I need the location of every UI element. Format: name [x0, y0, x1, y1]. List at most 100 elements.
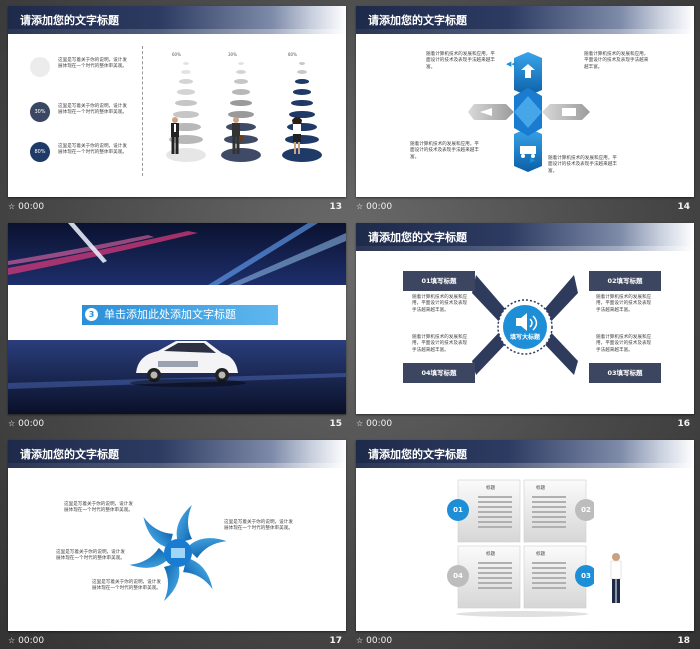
star-icon: ☆: [356, 419, 364, 428]
timing-label: ☆ 00:00: [356, 636, 393, 646]
percent-circle: [30, 57, 50, 77]
description-text: 随着计算机技术的发展和应用，平面设计的技术及表现手法越来越丰富。: [412, 335, 468, 353]
description-text: 这里是写着关于你的说明，设计发展体现在一个时代的整体审美观。: [64, 502, 133, 514]
title-banner[interactable]: 3 单击添加此处添加文字标题: [82, 305, 278, 325]
description-text: 随着计算机技术的发展和应用，平面设计的技术及表现手法越来越丰富。: [596, 335, 652, 353]
tag-01: 01填写标题: [403, 271, 475, 291]
slide-header: 请添加您的文字标题: [356, 440, 694, 468]
description-text: 随着计算机技术的发展和应用，平面设计的技术及表现手法越来越丰富。: [596, 295, 652, 313]
column-label: 60%: [172, 52, 181, 57]
slide-17: 请添加您的文字标题 这里是写着关于你的说明，设计发展体现在一个时代的整体审美观。…: [8, 440, 346, 631]
banner-text: 单击添加此处添加文字标题: [104, 308, 236, 321]
slide-15-thumbnail[interactable]: 3 单击添加此处添加文字标题 ☆ 00:00 15: [8, 223, 346, 435]
center-label: 填写大标题: [509, 334, 540, 341]
banner-number: 3: [85, 308, 98, 321]
star-icon: ☆: [8, 636, 16, 645]
slide-14-thumbnail[interactable]: 请添加您的文字标题 随着计算机技术的发展和应用，平面设计的技术及表现手法越来越丰…: [356, 6, 694, 218]
timing-label: ☆ 00:00: [356, 202, 393, 212]
slide-title: 请添加您的文字标题: [368, 14, 467, 27]
percent-circle: 30%: [30, 102, 50, 122]
tag-04: 04填写标题: [403, 363, 475, 383]
person-figure: [292, 117, 302, 154]
slide-number: 13: [329, 202, 342, 212]
slide-number: 14: [677, 202, 690, 212]
slide-15: 3 单击添加此处添加文字标题: [8, 223, 346, 414]
quad-number-04: 04: [453, 572, 463, 580]
slide-13-thumbnail[interactable]: 请添加您的文字标题 这里是写着关于你的说明，设计发展体现在一个时代的整体审美观。…: [8, 6, 346, 218]
stack-disc: [291, 99, 313, 107]
quad-label: 标题: [536, 486, 546, 491]
slide-title: 请添加您的文字标题: [20, 448, 119, 461]
slide-16-thumbnail[interactable]: 请添加您的文字标题 填写大标题 01填写标题 02填写标题 04填写标题 03填…: [356, 223, 694, 435]
diagram-connectors: [472, 275, 578, 375]
person-figure: [232, 117, 243, 154]
quad-label: 标题: [486, 486, 496, 491]
quad-number-01: 01: [453, 506, 463, 514]
stack-disc: [236, 70, 246, 75]
quad-label: 标题: [486, 552, 496, 557]
item-text: 这里是写着关于你的说明，设计发展体现在一个时代的整体审美观。: [58, 144, 127, 156]
divider: [142, 46, 143, 176]
timing-label: ☆ 00:00: [8, 419, 45, 429]
stack-disc: [297, 70, 307, 75]
person-figure: [171, 117, 179, 154]
slide-18-thumbnail[interactable]: 请添加您的文字标题 01 02 04 03 标题 标题 标题 标题 ☆ 00:0…: [356, 440, 694, 649]
star-icon: ☆: [356, 636, 364, 645]
star-icon: ☆: [8, 419, 16, 428]
slide-13: 请添加您的文字标题 这里是写着关于你的说明，设计发展体现在一个时代的整体审美观。…: [8, 6, 346, 197]
slide-18: 请添加您的文字标题 01 02 04 03 标题 标题 标题 标题: [356, 440, 694, 631]
person-figure: [610, 553, 622, 603]
arrow-icon: ▶: [530, 156, 536, 164]
timing-label: ☆ 00:00: [8, 636, 45, 646]
description-text: 这里是写着关于你的说明，设计发展体现在一个时代的整体审美观。: [56, 550, 125, 562]
stack-disc: [299, 62, 305, 65]
slide-number: 18: [677, 636, 690, 646]
slide-title: 请添加您的文字标题: [20, 14, 119, 27]
slide-header: 请添加您的文字标题: [8, 440, 346, 468]
tag-02: 02填写标题: [589, 271, 661, 291]
slide-header: 请添加您的文字标题: [8, 6, 346, 34]
slide-number: 17: [329, 636, 342, 646]
quad-number-02: 02: [581, 506, 591, 514]
description-text: 这里是写着关于你的说明，设计发展体现在一个时代的整体审美观。: [224, 520, 293, 532]
arrow-icon: ◀◀: [506, 60, 517, 68]
quad-number-03: 03: [581, 572, 591, 580]
slide-number: 16: [677, 419, 690, 429]
description-text: 随着计算机技术的发展和应用，平面设计的技术及表现手法越来越丰富。: [412, 295, 468, 313]
stack-disc: [232, 89, 250, 95]
slide-meta: ☆ 00:00 18: [356, 634, 694, 649]
slide-meta: ☆ 00:00 17: [8, 634, 346, 649]
slide-16: 请添加您的文字标题 填写大标题 01填写标题 02填写标题 04填写标题 03填…: [356, 223, 694, 414]
stack-disc: [230, 99, 252, 107]
timing-label: ☆ 00:00: [356, 419, 393, 429]
item-text: 这里是写着关于你的说明，设计发展体现在一个时代的整体审美观。: [58, 104, 127, 116]
stack-disc: [181, 70, 191, 75]
quad-label: 标题: [536, 552, 546, 557]
slide-meta: ☆ 00:00 15: [8, 417, 346, 433]
slide-meta: ☆ 00:00 13: [8, 200, 346, 216]
stack-disc: [175, 99, 197, 107]
quadrant-diagram: [447, 479, 594, 617]
slide-meta: ☆ 00:00 14: [356, 200, 694, 216]
item-text: 这里是写着关于你的说明，设计发展体现在一个时代的整体审美观。: [58, 58, 127, 70]
stack-disc: [234, 79, 248, 85]
star-icon: ☆: [8, 202, 16, 211]
stack-disc: [179, 79, 193, 85]
slide-14: 请添加您的文字标题 随着计算机技术的发展和应用，平面设计的技术及表现手法越来越丰…: [356, 6, 694, 197]
column-label: 30%: [228, 52, 237, 57]
slide-title: 请添加您的文字标题: [368, 448, 467, 461]
stack-disc: [293, 89, 311, 95]
description-text: 这里是写着关于你的说明，设计发展体现在一个时代的整体审美观。: [92, 580, 161, 592]
percent-circle: 80%: [30, 142, 50, 162]
stack-disc: [238, 62, 244, 65]
stack-disc: [295, 79, 309, 85]
slide-number: 15: [329, 419, 342, 429]
stack-disc: [177, 89, 195, 95]
star-icon: ☆: [356, 202, 364, 211]
timing-label: ☆ 00:00: [8, 202, 45, 212]
slide-header: 请添加您的文字标题: [356, 6, 694, 34]
tag-03: 03填写标题: [589, 363, 661, 383]
column-label: 80%: [288, 52, 297, 57]
slide-meta: ☆ 00:00 16: [356, 417, 694, 433]
slide-17-thumbnail[interactable]: 请添加您的文字标题 这里是写着关于你的说明，设计发展体现在一个时代的整体审美观。…: [8, 440, 346, 649]
